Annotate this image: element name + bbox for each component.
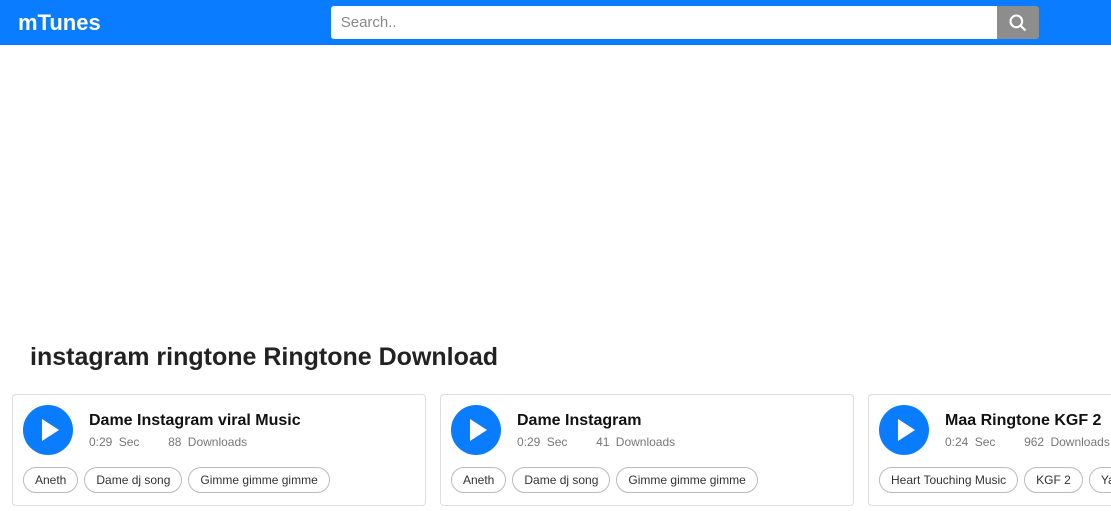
ringtone-card: Dame Instagram 0:29 Sec 41 Downloads Ane… <box>440 394 854 506</box>
card-top: Dame Instagram viral Music 0:29 Sec 88 D… <box>23 405 415 455</box>
card-top: Dame Instagram 0:29 Sec 41 Downloads <box>451 405 843 455</box>
downloads-label: Downloads <box>188 435 247 449</box>
duration-value: 0:24 <box>945 435 968 449</box>
page-title: instagram ringtone Ringtone Download <box>0 343 1111 394</box>
card-top: Maa Ringtone KGF 2 0:24 Sec 962 Download… <box>879 405 1111 455</box>
logo[interactable]: mTunes <box>18 10 101 36</box>
ringtone-title[interactable]: Dame Instagram viral Music <box>89 412 301 430</box>
tag[interactable]: Heart Touching Music <box>879 467 1018 493</box>
tag[interactable]: Dame dj song <box>512 467 610 493</box>
play-icon <box>898 419 915 441</box>
downloads-value: 41 <box>596 435 609 449</box>
play-button[interactable] <box>879 405 929 455</box>
card-info: Dame Instagram 0:29 Sec 41 Downloads <box>517 412 678 449</box>
search-icon <box>1008 13 1028 33</box>
play-button[interactable] <box>23 405 73 455</box>
tag-list: Aneth Dame dj song Gimme gimme gimme <box>23 467 415 493</box>
downloads-label: Downloads <box>616 435 675 449</box>
duration-unit: Sec <box>119 435 140 449</box>
header: mTunes <box>0 0 1111 45</box>
card-info: Dame Instagram viral Music 0:29 Sec 88 D… <box>89 412 301 449</box>
duration-value: 0:29 <box>89 435 112 449</box>
duration-value: 0:29 <box>517 435 540 449</box>
tag-list: Aneth Dame dj song Gimme gimme gimme <box>451 467 843 493</box>
ad-spacer <box>0 45 1111 343</box>
ringtone-meta: 0:24 Sec 962 Downloads <box>945 435 1111 449</box>
downloads-label: Downloads <box>1050 435 1109 449</box>
play-icon <box>470 419 487 441</box>
tag[interactable]: Aneth <box>23 467 78 493</box>
play-icon <box>42 419 59 441</box>
tag[interactable]: Gimme gimme gimme <box>188 467 329 493</box>
ringtone-list: Dame Instagram viral Music 0:29 Sec 88 D… <box>0 394 1111 506</box>
downloads-value: 962 <box>1024 435 1044 449</box>
tag[interactable]: Aneth <box>451 467 506 493</box>
search-wrap <box>331 6 1039 39</box>
tag-list: Heart Touching Music KGF 2 Yash <box>879 467 1111 493</box>
search-button[interactable] <box>997 6 1039 39</box>
ringtone-card: Dame Instagram viral Music 0:29 Sec 88 D… <box>12 394 426 506</box>
duration-unit: Sec <box>547 435 568 449</box>
ringtone-card: Maa Ringtone KGF 2 0:24 Sec 962 Download… <box>868 394 1111 506</box>
ringtone-meta: 0:29 Sec 41 Downloads <box>517 435 678 449</box>
tag[interactable]: KGF 2 <box>1024 467 1083 493</box>
play-button[interactable] <box>451 405 501 455</box>
tag[interactable]: Yash <box>1089 467 1111 493</box>
ringtone-title[interactable]: Maa Ringtone KGF 2 <box>945 412 1111 430</box>
ringtone-title[interactable]: Dame Instagram <box>517 412 678 430</box>
tag[interactable]: Dame dj song <box>84 467 182 493</box>
search-input[interactable] <box>331 6 997 39</box>
tag[interactable]: Gimme gimme gimme <box>616 467 757 493</box>
card-info: Maa Ringtone KGF 2 0:24 Sec 962 Download… <box>945 412 1111 449</box>
duration-unit: Sec <box>975 435 996 449</box>
ringtone-meta: 0:29 Sec 88 Downloads <box>89 435 301 449</box>
downloads-value: 88 <box>168 435 181 449</box>
